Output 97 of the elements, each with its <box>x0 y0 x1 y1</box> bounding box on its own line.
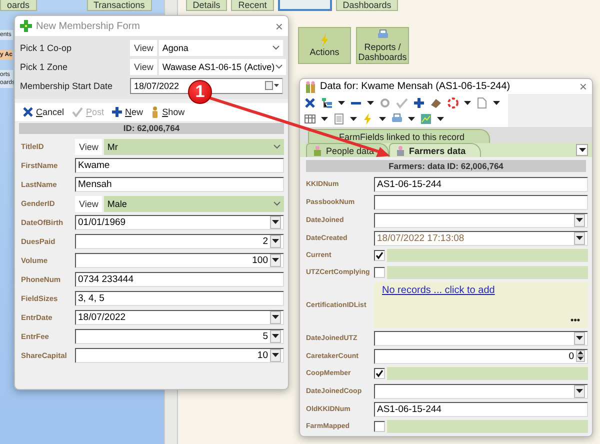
caret-icon[interactable] <box>493 100 500 106</box>
chevron-icon[interactable] <box>273 144 281 149</box>
delete-icon[interactable] <box>304 97 316 109</box>
number-field[interactable]: 2 <box>75 234 284 249</box>
add-record-link[interactable]: No records ... click to add <box>382 285 495 296</box>
caret-icon[interactable] <box>464 100 471 106</box>
caret-icon[interactable] <box>367 100 374 106</box>
number-field[interactable]: 100 <box>75 253 284 268</box>
ribbon-button[interactable]: Transactions <box>86 0 152 11</box>
printer-icon[interactable] <box>376 29 388 41</box>
checkbox[interactable] <box>374 421 385 432</box>
toolbar-button[interactable]: Show <box>151 106 185 118</box>
more-button[interactable]: ••• <box>570 315 580 325</box>
app-icon <box>20 20 32 32</box>
view-button[interactable]: View <box>75 196 102 212</box>
dropdown-icon[interactable] <box>272 258 279 263</box>
text-field[interactable]: AS1-06-15-244 <box>374 402 588 416</box>
checkbox[interactable] <box>374 267 385 278</box>
tab[interactable]: Farmers data <box>389 143 481 157</box>
dropdown-icon[interactable] <box>272 315 279 320</box>
chevron-icon[interactable] <box>272 45 280 50</box>
ribbon-button[interactable] <box>278 0 332 11</box>
check-icon <box>72 107 84 117</box>
date-field[interactable]: 18/07/2022 17:13:08 <box>374 230 588 246</box>
number-field[interactable]: 10 <box>75 348 284 363</box>
form-icon[interactable] <box>333 113 345 125</box>
ribbon-button[interactable]: oards <box>0 0 37 11</box>
dropdown-icon[interactable] <box>576 236 583 240</box>
date-field[interactable] <box>374 212 588 228</box>
dropdown-icon[interactable] <box>272 220 279 225</box>
date-field[interactable]: 18/07/2022 <box>75 310 284 325</box>
date-field[interactable] <box>374 384 588 398</box>
ribbon-button[interactable]: Actions <box>298 27 351 64</box>
plus-icon[interactable] <box>413 97 425 109</box>
text-field[interactable]: AS1-06-15-244 <box>374 176 588 192</box>
checkbox[interactable] <box>374 250 385 261</box>
text-field[interactable] <box>374 194 588 210</box>
date-field[interactable] <box>374 330 588 346</box>
person-icon <box>396 146 406 156</box>
dropdown-icon[interactable] <box>578 148 586 152</box>
record-id-bar: Farmers: data ID: 62,006,764 <box>306 160 586 172</box>
view-button[interactable]: View <box>130 40 158 56</box>
people-icon <box>313 146 322 156</box>
dropdown-icon[interactable] <box>272 334 279 339</box>
printer-icon[interactable] <box>391 113 403 125</box>
dropdown-icon[interactable] <box>272 353 279 358</box>
caret-icon[interactable] <box>350 116 357 122</box>
dropdown-icon[interactable] <box>576 388 583 394</box>
dropdown-icon[interactable] <box>576 336 583 340</box>
tree-icon[interactable] <box>321 97 333 109</box>
calendar-icon[interactable] <box>265 81 279 90</box>
view-button[interactable]: View <box>75 138 102 154</box>
dropdown-field[interactable]: Wawase AS1-06-15 (Active) <box>159 58 286 74</box>
chevron-icon[interactable] <box>274 64 283 69</box>
check-icon[interactable] <box>396 97 408 109</box>
table-icon[interactable] <box>304 113 316 125</box>
caret-icon[interactable] <box>321 116 328 122</box>
dropdown-field[interactable]: Mr <box>104 138 284 154</box>
record-id-bar: ID: 62,006,764 <box>19 123 284 134</box>
tab[interactable]: FarmFields linked to this record <box>308 129 490 143</box>
window-title: New Membership Form <box>36 20 141 32</box>
dashed-circle-icon[interactable] <box>447 97 459 109</box>
person-icon <box>151 106 160 118</box>
field-label: Membership Start Date <box>20 80 114 90</box>
plus-icon <box>112 107 122 117</box>
caret-icon[interactable] <box>379 116 386 122</box>
window-title: Data for: Kwame Mensah (AS1-06-15-244) <box>320 81 512 92</box>
close-icon <box>23 107 33 117</box>
close-button[interactable]: × <box>579 79 587 94</box>
field-label: Pick 1 Co-op <box>20 42 73 52</box>
toolbar-button[interactable]: Cancel <box>23 107 64 117</box>
ribbon-button[interactable]: Dashboards <box>336 0 398 11</box>
ribbon-button[interactable]: Details <box>186 0 228 11</box>
text-field[interactable]: 0734 233444 <box>75 272 284 287</box>
chevron-icon[interactable] <box>273 201 281 206</box>
ribbon-button[interactable]: Recent <box>231 0 274 11</box>
checkbox[interactable] <box>374 368 385 379</box>
caret-icon[interactable] <box>408 116 415 122</box>
text-field[interactable]: Kwame <box>75 158 284 173</box>
people-icon <box>305 80 316 92</box>
close-button[interactable]: × <box>275 18 283 34</box>
ribbon-button[interactable]: Reports / Dashboards <box>356 27 409 64</box>
view-button[interactable]: View <box>130 58 158 74</box>
spin-field[interactable]: 0 <box>374 348 588 364</box>
text-field[interactable]: 3, 4, 5 <box>75 291 284 306</box>
dropdown-icon[interactable] <box>272 239 279 244</box>
dropdown-field[interactable]: Agona <box>159 40 283 56</box>
number-field[interactable]: 5 <box>75 329 284 344</box>
field-label: Pick 1 Zone <box>20 62 69 72</box>
dropdown-field[interactable]: Male <box>104 196 284 212</box>
date-field[interactable]: 01/01/1969 <box>75 215 284 230</box>
caret-icon[interactable] <box>437 116 444 122</box>
toolbar-button[interactable]: New <box>112 107 144 117</box>
caret-icon[interactable] <box>338 100 345 106</box>
dropdown-icon[interactable] <box>576 218 583 222</box>
document-icon[interactable] <box>476 97 488 109</box>
text-field[interactable]: Mensah <box>75 177 284 192</box>
